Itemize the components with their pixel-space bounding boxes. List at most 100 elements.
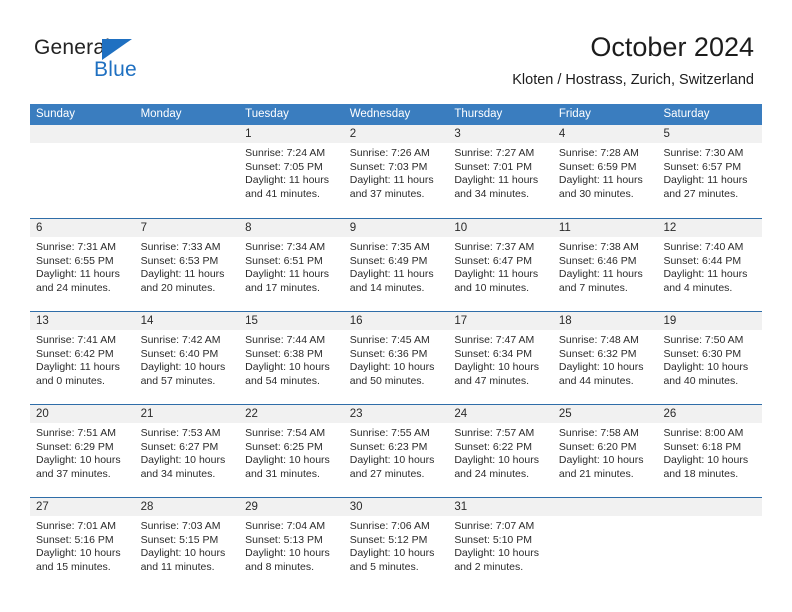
sunrise-text: Sunrise: 7:35 AM xyxy=(349,241,430,253)
day-number: 29 xyxy=(239,498,344,516)
page-header: General Blue October 2024 Kloten / Hostr… xyxy=(0,0,792,104)
day-number xyxy=(30,125,135,143)
day-sun-info: Sunrise: 7:37 AM Sunset: 6:47 PM Daylight:… xyxy=(448,237,553,295)
sunset-text: Sunset: 6:40 PM xyxy=(140,347,219,360)
day-number: 3 xyxy=(448,125,553,143)
daylight-text-line1: Daylight: 10 hours xyxy=(454,361,539,374)
day-cell[interactable]: 20 Sunrise: 7:51 AM Sunset: 6:29 PM Dayligh… xyxy=(30,405,135,497)
sunrise-text: Sunrise: 7:06 AM xyxy=(349,520,430,532)
day-sun-info: Sunrise: 7:54 AM Sunset: 6:25 PM Daylight:… xyxy=(239,423,344,481)
daylight-text-line1: Daylight: 11 hours xyxy=(36,361,120,374)
day-number: 11 xyxy=(552,219,658,237)
day-cell[interactable]: 17 Sunrise: 7:47 AM Sunset: 6:34 PM Dayligh… xyxy=(448,312,553,404)
daylight-text-line1: Daylight: 11 hours xyxy=(454,268,539,281)
sunset-text: Sunset: 6:34 PM xyxy=(454,347,532,360)
day-cell[interactable]: 25 Sunrise: 7:58 AM Sunset: 6:20 PM Dayligh… xyxy=(552,405,658,497)
day-cell[interactable]: 29 Sunrise: 7:04 AM Sunset: 5:13 PM Dayligh… xyxy=(239,498,344,590)
daylight-text-line2: and 31 minutes. xyxy=(245,467,320,480)
sunrise-text: Sunrise: 7:42 AM xyxy=(140,334,221,346)
sunrise-text: Sunrise: 7:41 AM xyxy=(36,334,116,346)
day-cell[interactable]: 21 Sunrise: 7:53 AM Sunset: 6:27 PM Dayligh… xyxy=(134,405,240,497)
sunset-text: Sunset: 6:25 PM xyxy=(245,440,323,453)
daylight-text-line2: and 27 minutes. xyxy=(663,187,739,200)
day-cell[interactable]: 30 Sunrise: 7:06 AM Sunset: 5:12 PM Dayligh… xyxy=(343,498,449,590)
weekday-header-monday: Monday xyxy=(140,108,182,120)
day-cell[interactable]: 4 Sunrise: 7:28 AM Sunset: 6:59 PM Daylight… xyxy=(552,125,658,218)
day-cell[interactable]: 14 Sunrise: 7:42 AM Sunset: 6:40 PM Dayligh… xyxy=(134,312,240,404)
sunrise-text: Sunrise: 7:03 AM xyxy=(140,520,221,532)
day-cell[interactable]: 15 Sunrise: 7:44 AM Sunset: 6:38 PM Dayligh… xyxy=(239,312,344,404)
day-cell[interactable]: 26 Sunrise: 8:00 AM Sunset: 6:18 PM Dayligh… xyxy=(657,405,763,497)
day-number: 22 xyxy=(239,405,344,423)
day-cell[interactable]: 18 Sunrise: 7:48 AM Sunset: 6:32 PM Dayligh… xyxy=(552,312,658,404)
day-cell[interactable]: 13 Sunrise: 7:41 AM Sunset: 6:42 PM Dayligh… xyxy=(30,312,135,404)
day-number: 27 xyxy=(30,498,135,516)
day-cell[interactable]: 19 Sunrise: 7:50 AM Sunset: 6:30 PM Dayligh… xyxy=(657,312,763,404)
day-cell[interactable]: 24 Sunrise: 7:57 AM Sunset: 6:22 PM Dayligh… xyxy=(448,405,553,497)
sunrise-text: Sunrise: 7:26 AM xyxy=(349,147,430,159)
day-sun-info: Sunrise: 7:26 AM Sunset: 7:03 PM Daylight:… xyxy=(344,143,449,201)
day-cell[interactable]: 2 Sunrise: 7:26 AM Sunset: 7:03 PM Daylight… xyxy=(343,125,449,218)
sunset-text: Sunset: 7:03 PM xyxy=(349,160,428,173)
daylight-text-line2: and 5 minutes. xyxy=(349,560,419,573)
day-sun-info: Sunrise: 7:41 AM Sunset: 6:42 PM Daylight:… xyxy=(30,330,135,388)
general-blue-logo[interactable]: General Blue xyxy=(34,36,214,88)
sunrise-text: Sunrise: 7:51 AM xyxy=(36,427,116,439)
day-cell[interactable]: 9 Sunrise: 7:35 AM Sunset: 6:49 PM Daylight… xyxy=(343,219,449,311)
day-sun-info: Sunrise: 7:51 AM Sunset: 6:29 PM Daylight:… xyxy=(30,423,135,481)
daylight-text-line2: and 8 minutes. xyxy=(245,560,315,573)
day-number: 5 xyxy=(657,125,763,143)
day-cell[interactable]: 22 Sunrise: 7:54 AM Sunset: 6:25 PM Dayligh… xyxy=(239,405,344,497)
day-cell[interactable]: 31 Sunrise: 7:07 AM Sunset: 5:10 PM Dayligh… xyxy=(448,498,553,590)
day-cell[interactable]: 7 Sunrise: 7:33 AM Sunset: 6:53 PM Daylight… xyxy=(134,219,240,311)
daylight-text-line1: Daylight: 10 hours xyxy=(663,454,749,467)
day-number: 8 xyxy=(239,219,344,237)
day-number: 13 xyxy=(30,312,135,330)
weekday-header-friday: Friday xyxy=(558,108,591,120)
daylight-text-line1: Daylight: 11 hours xyxy=(349,174,434,187)
sunset-text: Sunset: 6:23 PM xyxy=(349,440,428,453)
weekday-header-wednesday: Wednesday xyxy=(349,108,411,120)
day-cell[interactable]: 16 Sunrise: 7:45 AM Sunset: 6:36 PM Dayligh… xyxy=(343,312,449,404)
daylight-text-line1: Daylight: 11 hours xyxy=(663,268,748,281)
day-cell[interactable]: 3 Sunrise: 7:27 AM Sunset: 7:01 PM Daylight… xyxy=(448,125,553,218)
day-number: 9 xyxy=(343,219,449,237)
weeks-container: 1 Sunrise: 7:24 AM Sunset: 7:05 PM Daylight… xyxy=(30,125,763,590)
day-cell[interactable]: 28 Sunrise: 7:03 AM Sunset: 5:15 PM Dayligh… xyxy=(134,498,240,590)
sunrise-text: Sunrise: 7:40 AM xyxy=(663,241,744,253)
day-sun-info: Sunrise: 7:34 AM Sunset: 6:51 PM Daylight:… xyxy=(239,237,344,295)
day-cell[interactable]: 5 Sunrise: 7:30 AM Sunset: 6:57 PM Daylight… xyxy=(657,125,763,218)
day-number xyxy=(134,125,240,143)
day-sun-info: Sunrise: 7:31 AM Sunset: 6:55 PM Daylight:… xyxy=(30,237,135,295)
day-number: 28 xyxy=(134,498,240,516)
sunset-text: Sunset: 5:10 PM xyxy=(454,533,532,546)
day-number: 24 xyxy=(448,405,553,423)
sunset-text: Sunset: 6:59 PM xyxy=(558,160,637,173)
sunset-text: Sunset: 5:16 PM xyxy=(36,533,114,546)
day-cell[interactable]: 12 Sunrise: 7:40 AM Sunset: 6:44 PM Dayligh… xyxy=(657,219,763,311)
day-cell[interactable]: 23 Sunrise: 7:55 AM Sunset: 6:23 PM Dayligh… xyxy=(343,405,449,497)
sunrise-text: Sunrise: 7:37 AM xyxy=(454,241,535,253)
sunset-text: Sunset: 6:27 PM xyxy=(140,440,219,453)
day-cell[interactable]: 11 Sunrise: 7:38 AM Sunset: 6:46 PM Dayligh… xyxy=(552,219,658,311)
sunrise-text: Sunrise: 7:44 AM xyxy=(245,334,326,346)
sunset-text: Sunset: 6:36 PM xyxy=(349,347,428,360)
sunset-text: Sunset: 6:46 PM xyxy=(558,254,637,267)
day-cell[interactable]: 6 Sunrise: 7:31 AM Sunset: 6:55 PM Daylight… xyxy=(30,219,135,311)
day-number: 18 xyxy=(552,312,658,330)
daylight-text-line2: and 27 minutes. xyxy=(349,467,425,480)
day-cell[interactable]: 10 Sunrise: 7:37 AM Sunset: 6:47 PM Dayligh… xyxy=(448,219,553,311)
daylight-text-line2: and 14 minutes. xyxy=(349,281,425,294)
day-sun-info: Sunrise: 7:30 AM Sunset: 6:57 PM Daylight:… xyxy=(657,143,762,201)
day-cell-empty xyxy=(552,498,658,590)
day-cell[interactable]: 27 Sunrise: 7:01 AM Sunset: 5:16 PM Dayligh… xyxy=(30,498,135,590)
day-cell[interactable]: 1 Sunrise: 7:24 AM Sunset: 7:05 PM Daylight… xyxy=(239,125,344,218)
sunrise-text: Sunrise: 7:38 AM xyxy=(558,241,639,253)
day-number xyxy=(657,498,763,516)
sunset-text: Sunset: 6:53 PM xyxy=(140,254,219,267)
daylight-text-line1: Daylight: 11 hours xyxy=(454,174,539,187)
day-cell[interactable]: 8 Sunrise: 7:34 AM Sunset: 6:51 PM Daylight… xyxy=(239,219,344,311)
sunset-text: Sunset: 7:01 PM xyxy=(454,160,532,173)
sunrise-text: Sunrise: 7:28 AM xyxy=(558,147,639,159)
weekday-header-tuesday: Tuesday xyxy=(245,108,289,120)
